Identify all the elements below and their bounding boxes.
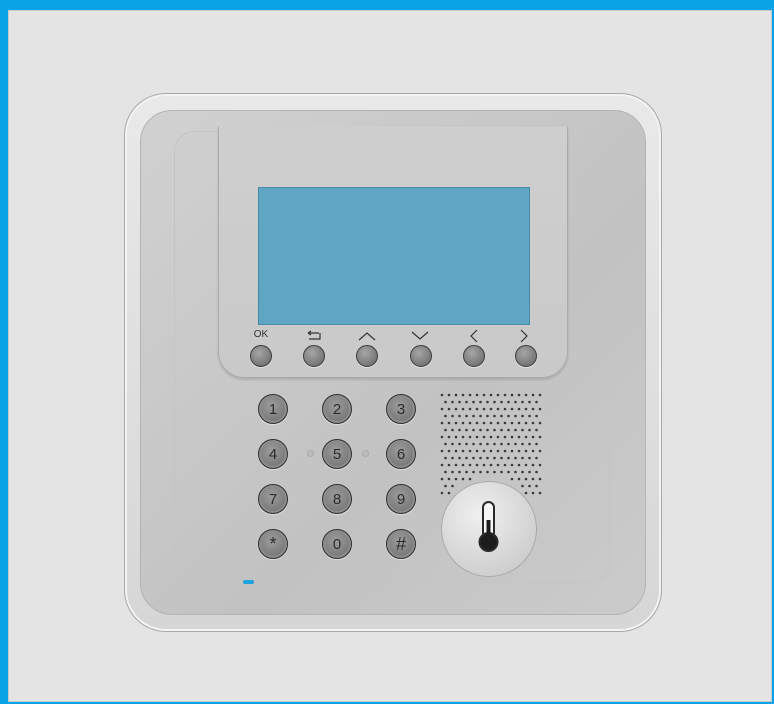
keypad-key-0[interactable]: 0 bbox=[322, 529, 352, 559]
keypad-key-3[interactable]: 3 bbox=[386, 394, 416, 424]
thermometer-icon bbox=[478, 501, 499, 552]
keypad-key-star[interactable]: * bbox=[258, 529, 288, 559]
keypad-key-8[interactable]: 8 bbox=[322, 484, 352, 514]
lcd-screen bbox=[258, 187, 530, 325]
keypad-key-9[interactable]: 9 bbox=[386, 484, 416, 514]
ok-label: OK bbox=[253, 329, 269, 340]
down-arrow-icon bbox=[408, 330, 432, 346]
left-arrow-icon bbox=[462, 328, 486, 344]
down-button[interactable] bbox=[410, 345, 432, 367]
up-arrow-icon bbox=[355, 330, 379, 346]
keypad-key-7[interactable]: 7 bbox=[258, 484, 288, 514]
keypad-separator-dot bbox=[362, 450, 369, 457]
keypad-key-hash[interactable]: # bbox=[386, 529, 416, 559]
right-arrow-icon bbox=[512, 328, 536, 344]
keypad-key-2[interactable]: 2 bbox=[322, 394, 352, 424]
right-button[interactable] bbox=[515, 345, 537, 367]
up-button[interactable] bbox=[356, 345, 378, 367]
back-button[interactable] bbox=[303, 345, 325, 367]
ok-button[interactable] bbox=[250, 345, 272, 367]
keypad-key-1[interactable]: 1 bbox=[258, 394, 288, 424]
keypad-separator-dot bbox=[307, 450, 314, 457]
keypad-key-6[interactable]: 6 bbox=[386, 439, 416, 469]
left-button[interactable] bbox=[463, 345, 485, 367]
keypad-key-5[interactable]: 5 bbox=[322, 439, 352, 469]
back-arrow-icon bbox=[302, 330, 326, 346]
keypad-key-4[interactable]: 4 bbox=[258, 439, 288, 469]
status-led bbox=[243, 580, 254, 584]
temperature-sensor bbox=[441, 481, 537, 577]
